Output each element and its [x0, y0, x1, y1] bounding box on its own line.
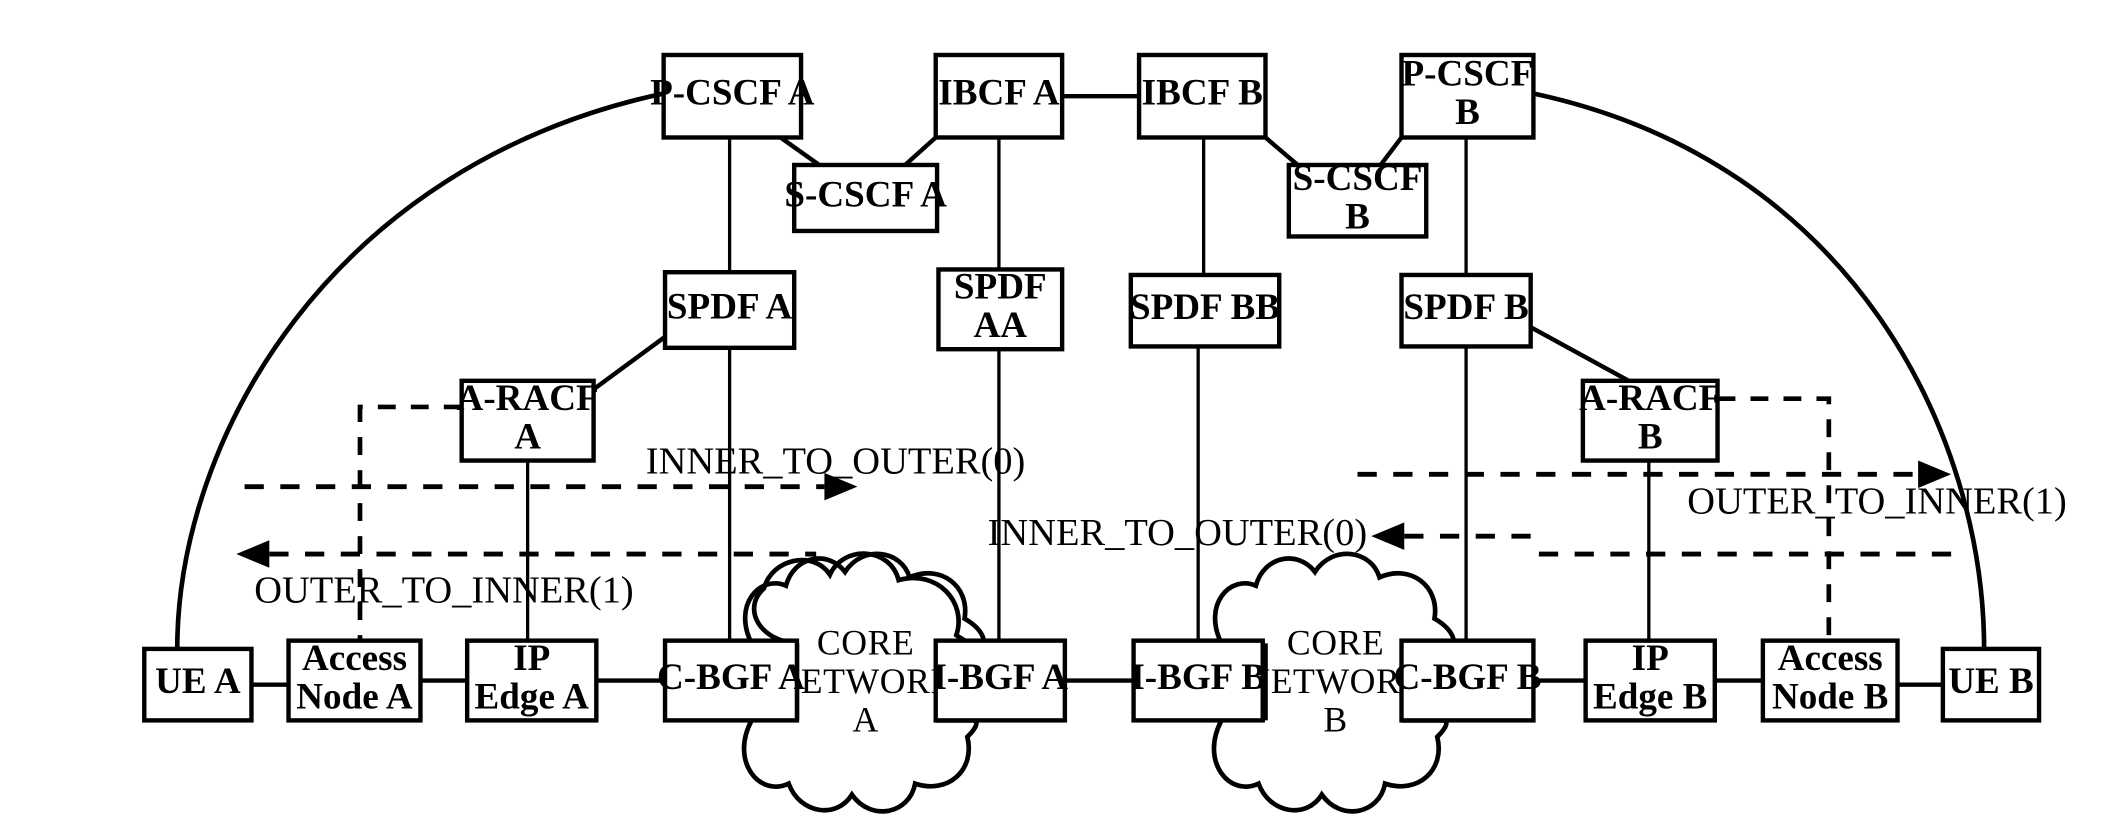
node-spdf-a[interactable]: SPDF A [662, 270, 797, 351]
node-label-ibcf-a: IBCF A [938, 73, 1059, 114]
node-s-cscf-b[interactable]: S-CSCFB [1286, 158, 1429, 239]
node-label-spdf-bb: SPDF BB [1130, 287, 1280, 328]
node-label-access-node-b-line-2: Node B [1772, 676, 1888, 717]
node-label-access-node-a-line-1: Access [302, 638, 407, 679]
flow-label-outer-to-inner-right: OUTER_TO_INNER(1) [1687, 480, 2067, 522]
node-ip-edge-a[interactable]: IPEdge A [464, 638, 599, 723]
node-label-p-cscf-b-line-2: B [1455, 92, 1480, 133]
flow-inner-to-outer-middle-arrowhead [1371, 522, 1405, 550]
node-label-a-racf-b-line-1: A-RACF [1579, 378, 1721, 419]
node-label-s-cscf-b-line-2: B [1345, 196, 1370, 237]
node-ue-b[interactable]: UE B [1940, 646, 2042, 723]
node-label-ue-a: UE A [155, 661, 241, 702]
node-i-bgf-a[interactable]: I-BGF A [932, 638, 1068, 723]
core-network-b-label-line-1: CORE [1287, 622, 1384, 662]
node-spdf-bb[interactable]: SPDF BB [1128, 272, 1282, 349]
node-spdf-aa[interactable]: SPDFAA [936, 267, 1065, 352]
arc-ue-b-to-p-cscf-b [1532, 91, 1987, 649]
node-label-ibcf-b: IBCF B [1142, 73, 1263, 114]
node-label-p-cscf-a: P-CSCF A [650, 73, 815, 114]
node-label-ip-edge-b-line-2: Edge B [1593, 676, 1707, 717]
node-label-spdf-b: SPDF B [1403, 287, 1528, 328]
node-p-cscf-b[interactable]: P-CSCFB [1399, 52, 1536, 140]
node-label-spdf-a: SPDF A [667, 287, 793, 328]
node-label-ip-edge-b-line-1: IP [1632, 638, 1669, 679]
node-label-a-racf-b-line-2: B [1638, 416, 1663, 457]
node-label-i-bgf-a: I-BGF A [932, 657, 1068, 698]
flow-outer-to-inner-left-arrowhead [236, 540, 270, 568]
node-access-node-a[interactable]: AccessNode A [286, 638, 423, 723]
node-layer: P-CSCF A IBCF A IBCF B P-CSCFBS-CSCF A S-CSC… [142, 52, 2042, 723]
node-label-c-bgf-b: C-BGF B [1393, 657, 1541, 698]
node-label-c-bgf-a: C-BGF A [657, 657, 805, 698]
node-a-racf-a[interactable]: A-RACFA [457, 378, 599, 463]
node-label-p-cscf-b-line-1: P-CSCF [1402, 53, 1534, 94]
core-network-a-label-line-3: A [852, 699, 878, 739]
outer-arc-group [174, 91, 1987, 649]
flow-label-outer-to-inner-left: OUTER_TO_INNER(1) [254, 570, 634, 612]
core-network-a-label-line-1: CORE [817, 622, 914, 662]
node-label-i-bgf-b: I-BGF B [1130, 657, 1266, 698]
node-ibcf-b[interactable]: IBCF B [1136, 52, 1268, 140]
node-label-ip-edge-a-line-1: IP [513, 638, 550, 679]
node-label-access-node-a-line-2: Node A [296, 676, 413, 717]
node-i-bgf-b[interactable]: I-BGF B [1130, 638, 1266, 723]
network-diagram-canvas: CORE NETWORK A CORE NETWORK B INNER_TO_O… [0, 0, 2116, 829]
node-label-access-node-b-line-1: Access [1778, 638, 1883, 679]
node-label-a-racf-a-line-1: A-RACF [457, 378, 599, 419]
node-label-ue-b: UE B [1948, 661, 2034, 702]
node-c-bgf-a[interactable]: C-BGF A [657, 638, 805, 723]
arc-ue-a-to-p-cscf-a [174, 91, 665, 649]
node-label-s-cscf-b-line-1: S-CSCF [1293, 158, 1423, 199]
node-label-ip-edge-a-line-2: Edge A [475, 676, 590, 717]
node-ip-edge-b[interactable]: IPEdge B [1583, 638, 1717, 723]
node-label-s-cscf-a: S-CSCF A [784, 174, 947, 215]
flow-label-inner-to-outer-middle: INNER_TO_OUTER(0) [988, 512, 1368, 554]
node-c-bgf-b[interactable]: C-BGF B [1393, 638, 1541, 723]
node-label-a-racf-a-line-2: A [514, 416, 541, 457]
node-ibcf-a[interactable]: IBCF A [933, 52, 1065, 140]
node-label-spdf-aa-line-2: AA [974, 305, 1028, 346]
flow-label-inner-to-outer-left: INNER_TO_OUTER(0) [646, 441, 1026, 483]
core-network-b-label-line-3: B [1323, 699, 1347, 739]
node-a-racf-b[interactable]: A-RACFB [1579, 378, 1721, 463]
node-label-spdf-aa-line-1: SPDF [954, 267, 1047, 308]
node-spdf-b[interactable]: SPDF B [1399, 272, 1533, 349]
node-s-cscf-a[interactable]: S-CSCF A [784, 162, 947, 234]
node-p-cscf-a[interactable]: P-CSCF A [650, 52, 815, 140]
node-access-node-b[interactable]: AccessNode B [1760, 638, 1900, 723]
network-diagram-svg: CORE NETWORK A CORE NETWORK B INNER_TO_O… [142, 52, 2067, 814]
node-ue-a[interactable]: UE A [142, 646, 254, 723]
